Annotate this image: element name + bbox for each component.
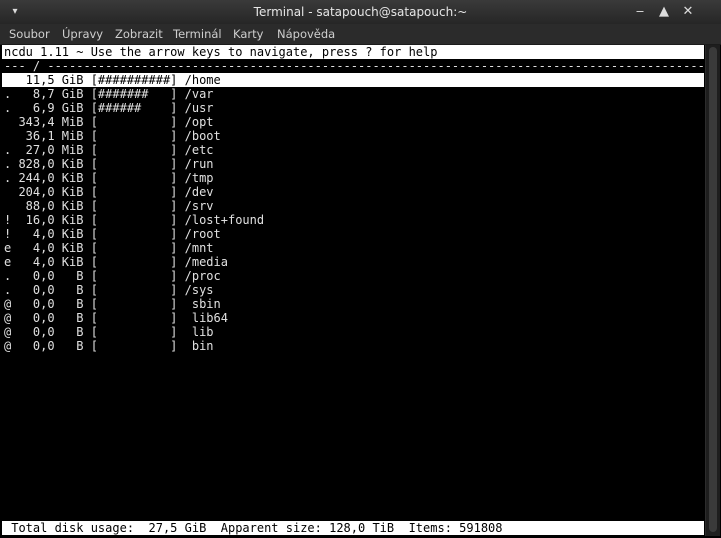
- list-item[interactable]: . 6,9 GiB [###### ] /usr: [4, 101, 214, 115]
- menu-upravy[interactable]: Úpravy: [62, 24, 103, 44]
- terminal-window: ▾ Terminal - satapouch@satapouch:~ ‒ ▲ ✕…: [0, 0, 721, 538]
- list-item[interactable]: 204,0 KiB [ ] /dev: [4, 185, 213, 199]
- minimize-icon[interactable]: ‒: [630, 2, 650, 22]
- list-item[interactable]: 88,0 KiB [ ] /srv: [4, 199, 214, 213]
- list-item[interactable]: 36,1 MiB [ ] /boot: [4, 129, 221, 143]
- menu-bar: Soubor Úpravy Zobrazit Terminál Karty Ná…: [0, 24, 721, 45]
- list-item[interactable]: . 8,7 GiB [####### ] /var: [4, 87, 214, 101]
- window-title: Terminal - satapouch@satapouch:~: [253, 5, 468, 19]
- list-item[interactable]: . 27,0 MiB [ ] /etc: [4, 143, 214, 157]
- list-item[interactable]: @ 0,0 B [ ] bin: [4, 339, 214, 353]
- list-item[interactable]: e 4,0 KiB [ ] /media: [4, 255, 228, 269]
- title-bar[interactable]: ▾ Terminal - satapouch@satapouch:~ ‒ ▲ ✕: [0, 0, 721, 24]
- menu-soubor[interactable]: Soubor: [9, 24, 50, 44]
- list-item[interactable]: @ 0,0 B [ ] lib64: [4, 311, 228, 325]
- list-item[interactable]: @ 0,0 B [ ] sbin: [4, 297, 221, 311]
- menu-zobrazit[interactable]: Zobrazit: [115, 24, 163, 44]
- menu-karty[interactable]: Karty: [233, 24, 263, 44]
- list-item[interactable]: . 0,0 B [ ] /sys: [4, 283, 214, 297]
- terminal-output[interactable]: ncdu 1.11 ~ Use the arrow keys to naviga…: [2, 45, 704, 536]
- list-item[interactable]: . 828,0 KiB [ ] /run: [4, 157, 214, 171]
- list-item[interactable]: 11,5 GiB [##########] /home: [2, 73, 704, 87]
- list-item[interactable]: ! 16,0 KiB [ ] /lost+found: [4, 213, 264, 227]
- scrollbar-thumb[interactable]: [709, 47, 717, 532]
- list-item[interactable]: ! 4,0 KiB [ ] /root: [4, 227, 221, 241]
- maximize-icon[interactable]: ▲: [654, 2, 674, 22]
- list-item[interactable]: 343,4 MiB [ ] /opt: [4, 115, 213, 129]
- ncdu-path-line: --- / ----------------------------------…: [4, 59, 704, 73]
- list-item[interactable]: . 0,0 B [ ] /proc: [4, 269, 221, 283]
- terminal-scrollbar[interactable]: [705, 45, 720, 536]
- list-item[interactable]: . 244,0 KiB [ ] /tmp: [4, 171, 214, 185]
- status-footer: Total disk usage: 27,5 GiB Apparent size…: [2, 521, 704, 535]
- list-item[interactable]: e 4,0 KiB [ ] /mnt: [4, 241, 214, 255]
- menu-terminal[interactable]: Terminál: [173, 24, 222, 44]
- close-icon[interactable]: ✕: [678, 2, 698, 22]
- list-item[interactable]: @ 0,0 B [ ] lib: [4, 325, 214, 339]
- menu-napoveda[interactable]: Nápověda: [277, 24, 335, 44]
- ncdu-header: ncdu 1.11 ~ Use the arrow keys to naviga…: [2, 45, 704, 59]
